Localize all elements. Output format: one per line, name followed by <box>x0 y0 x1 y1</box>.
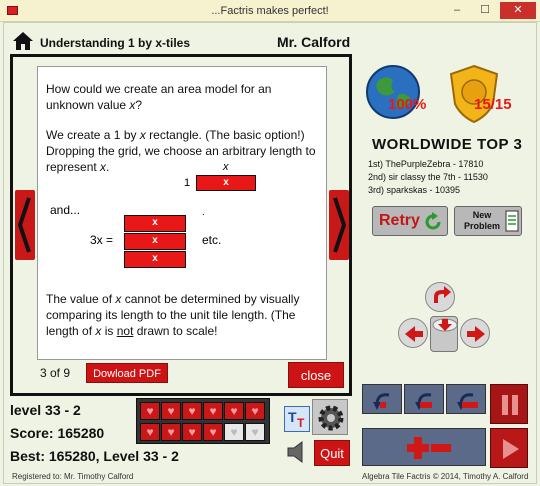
x-dimension-label: x <box>223 161 229 173</box>
text-icon: T <box>297 416 305 430</box>
heart-icon: ♥ <box>182 423 202 441</box>
teacher-name: Mr. Calford <box>277 34 351 50</box>
globe-percent: 100% <box>388 96 427 113</box>
arrow-down-icon <box>432 318 458 332</box>
heart-icon: ♥ <box>182 402 202 420</box>
list-item: 2nd) sir classy the 7th - 11530 <box>368 172 488 182</box>
x-tile: x <box>124 251 186 268</box>
and-text: and... <box>50 203 81 217</box>
badge-icon <box>449 64 499 124</box>
arrow-right-icon <box>467 326 485 342</box>
pause-button[interactable] <box>490 384 528 424</box>
chevron-right-icon <box>333 197 347 253</box>
heart-icon: ♥ <box>245 402 265 420</box>
registered-text: Registered to: Mr. Timothy Calford <box>12 472 134 481</box>
heart-icon: ♥ <box>161 402 181 420</box>
level-display: level 33 - 2 <box>10 402 81 418</box>
speaker-icon[interactable] <box>286 440 308 464</box>
text-icon: T <box>288 409 297 425</box>
slide-paragraph-1: How could we create an area model for an… <box>46 82 272 112</box>
text-size-button[interactable]: T T <box>284 406 310 432</box>
slide-paragraph-3: The value of x cannot be determined by v… <box>46 292 300 338</box>
retry-label: Retry <box>379 212 420 229</box>
rotate-icon <box>434 286 451 303</box>
worldwide-list: 1st) ThePurpleZebra - 17810 2nd) sir cla… <box>368 158 488 197</box>
close-lesson-button[interactable]: close <box>288 362 344 388</box>
retry-button[interactable]: Retry <box>372 206 448 236</box>
move-right-button[interactable] <box>460 318 490 348</box>
empty-heart-icon: ♥ <box>245 423 265 441</box>
empty-heart-icon: ♥ <box>224 423 244 441</box>
play-icon <box>503 439 519 459</box>
heart-icon: ♥ <box>203 423 223 441</box>
x-tile: x <box>124 233 186 250</box>
lesson-title: Understanding 1 by x-tiles <box>40 36 191 50</box>
move-down-button[interactable] <box>430 316 458 352</box>
window-titlebar: ...Factris makes perfect! – ☐ ✕ <box>0 0 540 22</box>
heart-icon: ♥ <box>161 423 181 441</box>
minimize-button[interactable]: – <box>444 2 470 19</box>
one-dimension-label: 1 <box>184 177 191 189</box>
rotate-left-tool-button[interactable] <box>362 384 402 414</box>
rotate-button[interactable] <box>425 282 455 312</box>
heart-icon: ♥ <box>224 402 244 420</box>
curved-arrow-icon <box>373 393 390 410</box>
add-subtract-button[interactable] <box>362 428 486 466</box>
heart-icon: ♥ <box>140 423 160 441</box>
x-tile: x <box>124 215 186 232</box>
next-slide-button[interactable] <box>329 190 349 260</box>
list-item: 1st) ThePurpleZebra - 17810 <box>368 159 484 169</box>
curved-arrow-icon <box>457 393 478 410</box>
hearts-panel: ♥ ♥ ♥ ♥ ♥ ♥ ♥ ♥ ♥ ♥ ♥ ♥ <box>136 398 270 444</box>
arrow-left-icon <box>405 326 423 342</box>
lesson-slide: How could we create an area model for an… <box>37 66 327 360</box>
settings-button[interactable] <box>312 399 348 435</box>
plus-minus-icon <box>407 437 451 459</box>
list-item: 3rd) sparkskas - 10395 <box>368 185 461 195</box>
score-display: Score: 165280 <box>10 425 105 441</box>
pause-icon <box>502 395 518 415</box>
page-count: 3 of 9 <box>40 366 71 380</box>
maximize-button[interactable]: ☐ <box>472 2 498 19</box>
move-left-button[interactable] <box>398 318 428 348</box>
quit-button[interactable]: Quit <box>314 440 350 466</box>
download-pdf-button[interactable]: Dowload PDF <box>86 363 168 383</box>
worldwide-title: WORLDWIDE TOP 3 <box>372 136 523 153</box>
new-problem-button[interactable]: New Problem <box>454 206 522 236</box>
curved-arrow-icon <box>415 393 432 410</box>
new-problem-label: New Problem <box>463 210 500 231</box>
gear-icon <box>318 405 344 431</box>
copyright-text: Algebra Tile Factris © 2014, Timothy A. … <box>362 472 529 481</box>
home-icon[interactable] <box>12 30 34 52</box>
three-x-label: 3x = <box>90 233 114 247</box>
retry-arrow-icon <box>425 212 441 230</box>
flip-tool-button[interactable] <box>404 384 444 414</box>
previous-slide-button[interactable] <box>15 190 35 260</box>
window-close-button[interactable]: ✕ <box>500 2 536 19</box>
best-score-display: Best: 165280, Level 33 - 2 <box>10 448 179 464</box>
heart-icon: ♥ <box>203 402 223 420</box>
etc-text: etc. <box>202 233 222 247</box>
document-icon <box>505 210 519 232</box>
chevron-left-icon <box>17 197 31 253</box>
play-button[interactable] <box>490 428 528 468</box>
badge-value: 15/15 <box>474 96 512 113</box>
heart-icon: ♥ <box>140 402 160 420</box>
slide-paragraph-2: We create a 1 by x rectangle. (The basic… <box>46 128 316 174</box>
rotate-right-tool-button[interactable] <box>446 384 486 414</box>
dot-mark: . <box>202 207 205 218</box>
x-tile: x <box>196 175 256 191</box>
